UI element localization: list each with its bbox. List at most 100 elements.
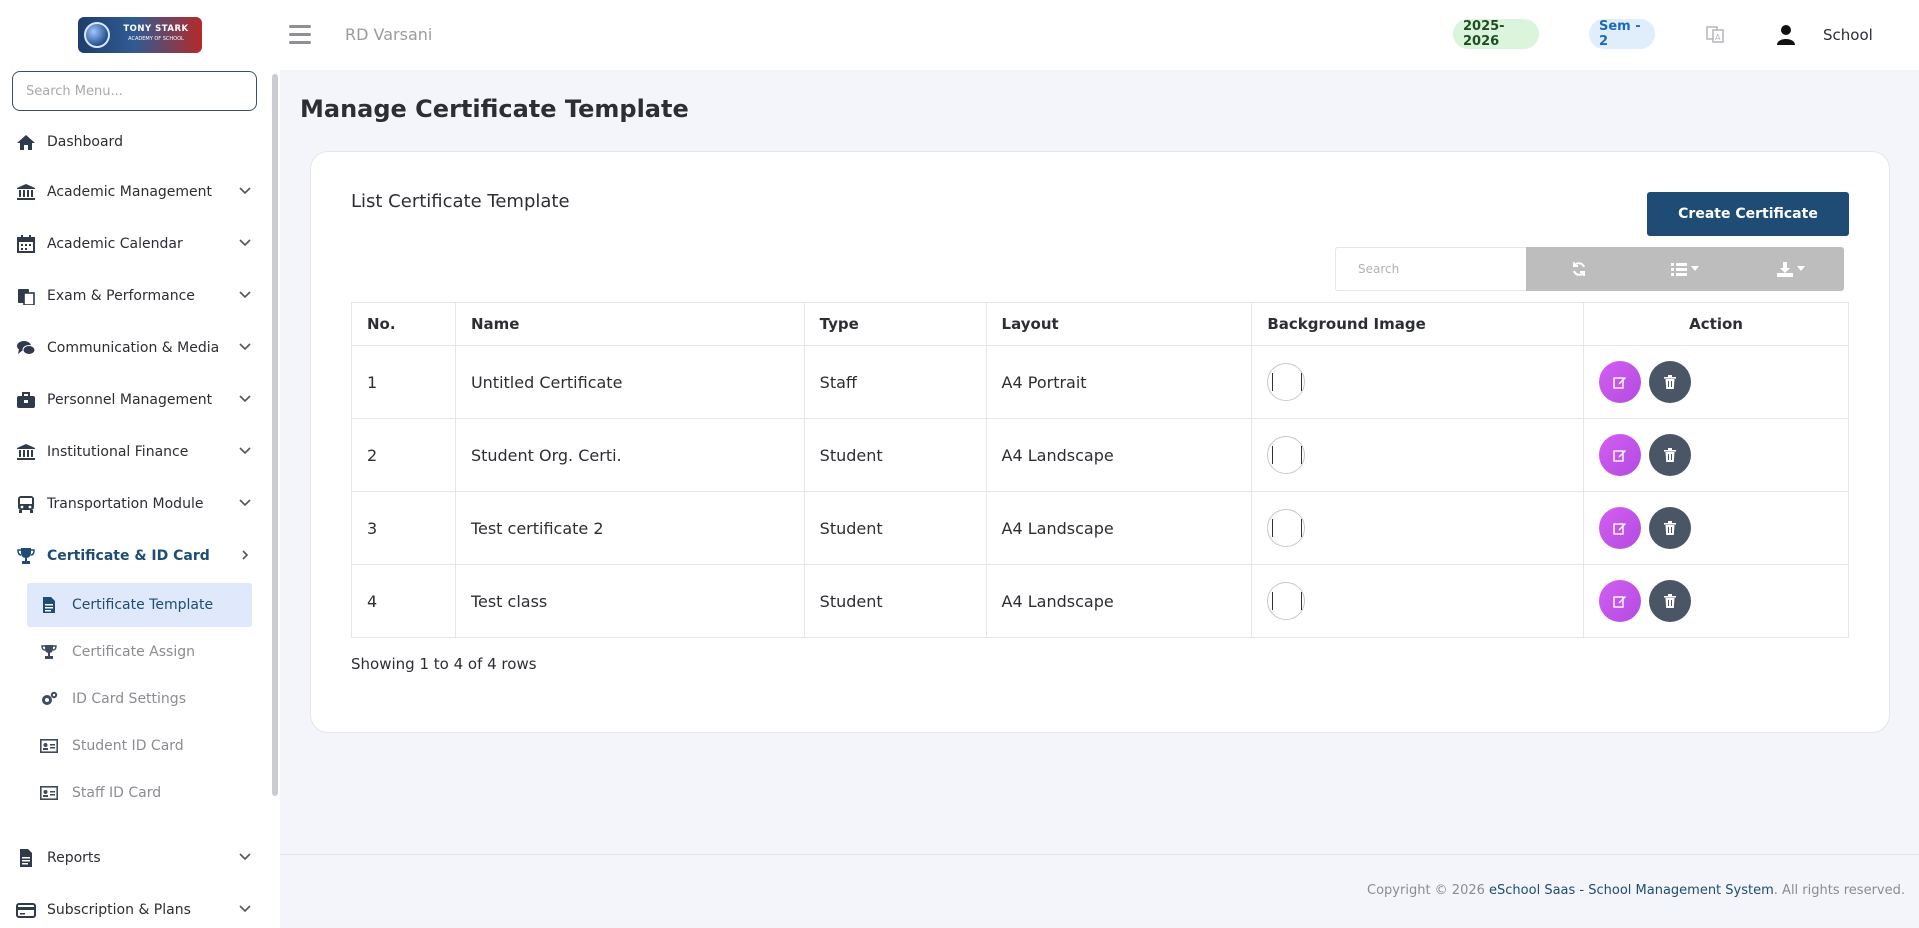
sidebar-subitem-certificate-template[interactable]: Certificate Template — [27, 583, 252, 627]
svg-text:A: A — [1715, 33, 1721, 42]
edit-button[interactable] — [1599, 580, 1642, 622]
table-search-input[interactable] — [1335, 247, 1527, 291]
edit-button[interactable] — [1599, 507, 1642, 549]
top-navbar: TONY STARK ACADEMY OF SCHOOL RD Varsani … — [0, 0, 1919, 70]
footer: Copyright © 2026 eSchool Saas - School M… — [1367, 883, 1905, 898]
logo-title: TONY STARK — [123, 24, 189, 34]
list-icon — [1671, 263, 1687, 276]
chevron-down-icon — [239, 447, 251, 455]
background-image-thumbnail[interactable] — [1267, 363, 1306, 401]
cell-no: 2 — [351, 418, 456, 492]
sidebar-subitem-certificate-assign[interactable]: Certificate Assign — [27, 630, 252, 674]
logo-text: TONY STARK ACADEMY OF SCHOOL — [114, 24, 198, 44]
sidebar-item-label: Reports — [47, 850, 101, 866]
footer-link[interactable]: eSchool Saas - School Management System — [1489, 883, 1774, 898]
cell-type: Student — [803, 418, 987, 492]
sidebar-subitem-staff-id-card[interactable]: Staff ID Card — [27, 771, 252, 815]
sidebar-item-label: Subscription & Plans — [47, 902, 191, 918]
session-year-badge[interactable]: 2025-2026 — [1453, 19, 1539, 49]
cell-no: 4 — [351, 564, 456, 638]
bank-icon — [17, 184, 35, 200]
cell-layout: A4 Landscape — [985, 491, 1253, 565]
sidebar-item-label: Communication & Media — [47, 340, 220, 356]
background-image-thumbnail[interactable] — [1267, 509, 1306, 547]
sidebar-scrollbar[interactable] — [272, 74, 278, 796]
delete-button[interactable] — [1649, 434, 1692, 476]
sidebar-subitem-label: Student ID Card — [72, 738, 184, 754]
sidebar-item-label: Dashboard — [47, 134, 123, 150]
column-header-layout[interactable]: Layout — [985, 302, 1253, 346]
credit-card-icon — [16, 903, 36, 918]
chevron-down-icon — [239, 239, 251, 247]
menu-toggle-icon[interactable] — [289, 25, 311, 44]
create-certificate-button[interactable]: Create Certificate — [1647, 192, 1849, 236]
column-header-no[interactable]: No. — [351, 302, 456, 346]
sidebar-item-personnel-management[interactable]: Personnel Management — [0, 380, 268, 420]
sidebar-subitem-student-id-card[interactable]: Student ID Card — [27, 724, 252, 768]
semester-badge[interactable]: Sem - 2 — [1589, 19, 1655, 49]
export-button[interactable] — [1738, 247, 1844, 291]
bank-icon — [17, 444, 35, 460]
sidebar-subitem-label: ID Card Settings — [72, 691, 186, 707]
school-logo[interactable]: TONY STARK ACADEMY OF SCHOOL — [78, 17, 202, 53]
delete-button[interactable] — [1649, 580, 1692, 622]
sidebar-item-academic-management[interactable]: Academic Management — [0, 172, 268, 212]
sidebar-item-institutional-finance[interactable]: Institutional Finance — [0, 432, 268, 472]
user-name[interactable]: School — [1823, 26, 1873, 44]
cell-name: Test class — [454, 564, 805, 638]
delete-button[interactable] — [1649, 361, 1692, 403]
cell-background-image — [1251, 418, 1585, 492]
sidebar-item-dashboard[interactable]: Dashboard — [0, 122, 268, 162]
edit-icon — [1613, 450, 1627, 462]
refresh-button[interactable] — [1526, 247, 1632, 291]
sidebar-item-exam-performance[interactable]: Exam & Performance — [0, 276, 268, 316]
chevron-down-icon — [239, 395, 251, 403]
sidebar-item-label: Exam & Performance — [47, 288, 195, 304]
user-icon[interactable] — [1776, 24, 1796, 46]
chevron-right-icon — [242, 550, 249, 560]
table-row: 3 Test certificate 2 Student A4 Landscap… — [351, 491, 1849, 565]
sidebar-item-label: Institutional Finance — [47, 444, 189, 460]
delete-button[interactable] — [1649, 507, 1692, 549]
edit-button[interactable] — [1599, 434, 1642, 476]
sidebar-item-academic-calendar[interactable]: Academic Calendar — [0, 224, 268, 264]
cell-action — [1583, 491, 1849, 565]
column-header-background-image[interactable]: Background Image — [1251, 302, 1585, 346]
sidebar-subitem-id-card-settings[interactable]: ID Card Settings — [27, 677, 252, 721]
search-menu-input[interactable] — [12, 71, 257, 111]
table-row: 1 Untitled Certificate Staff A4 Portrait — [351, 345, 1849, 419]
sidebar-item-communication-media[interactable]: Communication & Media — [0, 328, 268, 368]
file-text-icon — [43, 597, 55, 613]
cell-background-image — [1251, 564, 1585, 638]
background-image-thumbnail[interactable] — [1267, 582, 1306, 620]
cell-type: Staff — [803, 345, 987, 419]
language-icon[interactable]: A — [1705, 24, 1725, 44]
edit-icon — [1613, 523, 1627, 535]
sidebar-item-subscription-plans[interactable]: Subscription & Plans — [0, 890, 268, 928]
sidebar-item-label: Personnel Management — [47, 392, 213, 408]
sidebar-item-transportation-module[interactable]: Transportation Module — [0, 484, 268, 524]
brand[interactable]: TONY STARK ACADEMY OF SCHOOL — [0, 0, 280, 70]
pagination-info: Showing 1 to 4 of 4 rows — [351, 655, 537, 673]
column-header-name[interactable]: Name — [454, 302, 805, 346]
caret-down-icon — [1797, 266, 1805, 271]
edit-button[interactable] — [1599, 361, 1642, 403]
comments-icon — [17, 341, 36, 355]
sidebar-item-reports[interactable]: Reports — [0, 838, 268, 878]
cell-name: Student Org. Certi. — [454, 418, 805, 492]
sidebar-item-label: Academic Management — [47, 184, 213, 200]
sidebar-item-label: Transportation Module — [47, 496, 204, 512]
sidebar-subitem-label: Certificate Template — [72, 597, 214, 613]
cell-type: Student — [803, 564, 987, 638]
briefcase-icon — [17, 392, 35, 408]
home-icon — [17, 135, 35, 150]
trophy-icon — [17, 548, 35, 564]
columns-toggle-button[interactable] — [1632, 247, 1738, 291]
bus-icon — [18, 496, 34, 513]
table-toolbar — [1526, 247, 1844, 291]
chevron-down-icon — [239, 343, 251, 351]
background-image-thumbnail[interactable] — [1267, 436, 1306, 474]
column-header-type[interactable]: Type — [803, 302, 987, 346]
chevron-down-icon — [239, 291, 251, 299]
sidebar-item-certificate-id-card[interactable]: Certificate & ID Card — [0, 536, 268, 576]
